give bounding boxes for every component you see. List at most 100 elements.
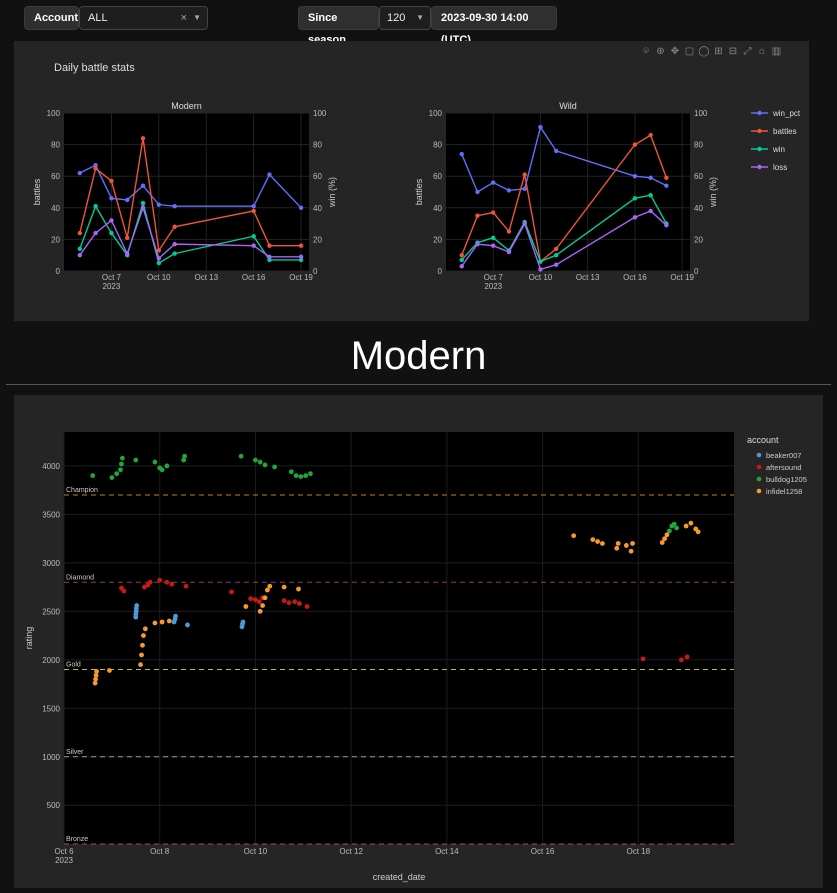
data-point-win_pct <box>522 186 527 192</box>
data-point-bulldog1205 <box>308 471 313 477</box>
data-point-bulldog1205 <box>90 473 96 479</box>
subplot-modern: 0 0 20 20 40 40 60 60 80 80 100 100 Oct 72023 Oct 10 O… <box>32 101 337 291</box>
ytick-label-right: 40 <box>313 204 322 213</box>
data-point-win_pct <box>251 204 256 209</box>
data-point-infidel1258 <box>571 533 577 539</box>
data-point-infidel1258 <box>664 532 670 538</box>
data-point-aftersound <box>164 579 170 585</box>
data-point-battles <box>109 178 114 184</box>
data-point-infidel1258 <box>141 633 146 638</box>
data-point-battles <box>125 235 130 241</box>
data-point-win_pct <box>109 196 114 201</box>
ytick-label-right: 80 <box>694 141 703 150</box>
data-point-win_pct <box>172 204 177 209</box>
ytick-label: 4000 <box>42 462 60 471</box>
data-point-aftersound <box>292 599 298 605</box>
xtick-label: Oct 10 <box>244 847 268 856</box>
lasso-icon: ◯ <box>698 46 709 57</box>
xtick-sublabel: 2023 <box>484 282 502 291</box>
account-select[interactable]: ALL × ▼ <box>79 6 208 30</box>
data-point-loss <box>522 221 527 226</box>
data-point-infidel1258 <box>138 662 143 668</box>
legend-marker-infidel1258 <box>756 488 762 494</box>
data-point-loss <box>109 218 114 223</box>
ytick-label-left: 100 <box>47 109 61 118</box>
threshold-label-silver: Silver <box>66 749 84 756</box>
xlabel: created_date <box>373 872 426 882</box>
season-select[interactable]: 120 ▼ <box>379 6 431 30</box>
subplot-title: Modern <box>171 101 202 111</box>
data-point-bulldog1205 <box>674 525 679 531</box>
ytick-label-right: 60 <box>694 172 703 181</box>
data-point-infidel1258 <box>615 541 621 546</box>
data-point-win_pct <box>491 180 496 185</box>
data-point-loss <box>77 253 83 258</box>
data-point-battles <box>93 166 98 171</box>
data-point-win <box>553 253 559 258</box>
ytick-label: 1000 <box>42 753 60 762</box>
xtick-label: Oct 6 <box>54 847 74 856</box>
ytick-label-left: 60 <box>433 172 442 181</box>
data-point-infidel1258 <box>262 595 268 601</box>
data-point-aftersound <box>229 589 234 595</box>
ytick-label-right: 100 <box>313 109 327 118</box>
ytick-label: 3000 <box>42 559 60 568</box>
data-point-infidel1258 <box>140 642 145 648</box>
xtick-label: Oct 10 <box>529 273 553 282</box>
data-point-win <box>156 260 162 266</box>
data-point-aftersound <box>286 600 292 606</box>
data-point-bulldog1205 <box>118 467 123 473</box>
ytick-label: 2000 <box>42 656 60 665</box>
data-point-loss <box>459 264 464 269</box>
data-point-battles <box>77 230 83 236</box>
data-point-bulldog1205 <box>262 462 268 468</box>
threshold-label-bronze: Bronze <box>66 836 88 843</box>
ytick-label-left: 80 <box>433 141 442 150</box>
xtick-sublabel: 2023 <box>55 856 73 865</box>
ytick-label: 3500 <box>42 510 60 519</box>
ytick-label: 1500 <box>42 704 60 713</box>
chevron-down-icon[interactable]: ▼ <box>416 7 424 29</box>
legend-label-battles: battles <box>773 127 797 136</box>
data-point-loss <box>632 215 638 220</box>
data-point-loss <box>156 256 162 261</box>
data-point-win_pct <box>538 125 543 130</box>
season-date: 2023-09-30 14:00 (UTC) <box>431 6 557 46</box>
data-point-battles <box>459 253 464 258</box>
data-point-aftersound <box>169 581 175 587</box>
ytick-label-right: 40 <box>694 204 703 213</box>
data-point-loss <box>553 262 559 267</box>
account-value: ALL <box>88 12 108 24</box>
data-point-beaker007 <box>240 619 246 625</box>
data-point-bulldog1205 <box>152 459 158 465</box>
data-point-win <box>648 192 653 198</box>
data-point-infidel1258 <box>142 626 148 632</box>
zoom-in-icon: ⊞ <box>714 46 722 57</box>
data-point-loss <box>506 249 512 255</box>
data-point-win <box>109 230 114 236</box>
ytick-label-right: 0 <box>694 267 699 276</box>
legend-marker-aftersound <box>756 464 762 470</box>
since-season-label: Since season <box>298 6 379 46</box>
legend-marker-win_pct <box>757 110 762 116</box>
clear-icon[interactable]: × <box>181 7 187 29</box>
xtick-label: Oct 7 <box>102 273 122 282</box>
data-point-battles <box>553 246 559 252</box>
data-point-bulldog1205 <box>119 455 125 461</box>
data-point-win <box>491 235 496 241</box>
data-point-win <box>172 251 177 256</box>
data-point-win_pct <box>648 175 653 180</box>
threshold-label-champion: Champion <box>66 487 98 494</box>
data-point-aftersound <box>256 599 262 605</box>
filter-bar: Account ALL × ▼ Since season 120 ▼ 2023-… <box>0 0 837 46</box>
plot-area <box>64 432 734 844</box>
data-point-infidel1258 <box>590 537 596 543</box>
xtick-label: Oct 16 <box>242 273 266 282</box>
xtick-label: Oct 14 <box>435 847 459 856</box>
xtick-label: Oct 19 <box>289 273 313 282</box>
data-point-infidel1258 <box>683 523 689 529</box>
data-point-battles <box>475 213 480 218</box>
ylabel-right: win (%) <box>708 177 718 208</box>
data-point-battles <box>648 132 653 138</box>
chevron-down-icon[interactable]: ▼ <box>193 7 201 29</box>
